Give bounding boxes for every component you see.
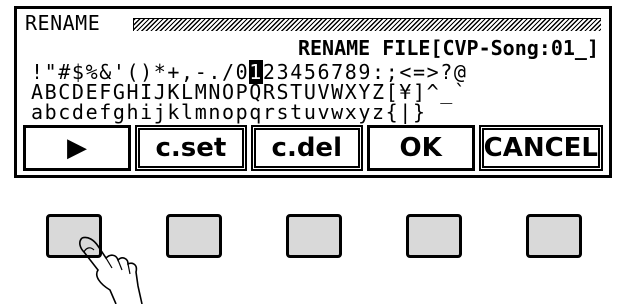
hardware-button-4[interactable]	[406, 214, 462, 258]
title-hatch-bar	[133, 18, 601, 31]
charset-row-lowercase[interactable]: abcdefghijklmnopqrstuvwxyz{|}	[31, 102, 427, 122]
pointing-hand-icon	[79, 236, 143, 304]
title-row: RENAME	[25, 11, 601, 35]
hardware-button-3[interactable]	[286, 214, 342, 258]
lcd-display: RENAME RENAME FILE[CVP-Song:01_] !"#$%&'…	[14, 6, 612, 178]
hardware-button-2[interactable]	[166, 214, 222, 258]
softkey-cursor-right[interactable]: ▶	[23, 125, 131, 171]
rename-file-line: RENAME FILE[CVP-Song:01_]	[297, 36, 599, 60]
softkey-char-set[interactable]: c.set	[134, 125, 247, 171]
softkey-char-delete[interactable]: c.del	[250, 125, 363, 171]
screen-title: RENAME	[25, 11, 101, 35]
softkey-ok[interactable]: OK	[366, 125, 475, 171]
hardware-button-5[interactable]	[526, 214, 582, 258]
softkey-bar: ▶ c.set c.del OK CANCEL	[23, 125, 603, 171]
softkey-cancel[interactable]: CANCEL	[478, 125, 603, 171]
